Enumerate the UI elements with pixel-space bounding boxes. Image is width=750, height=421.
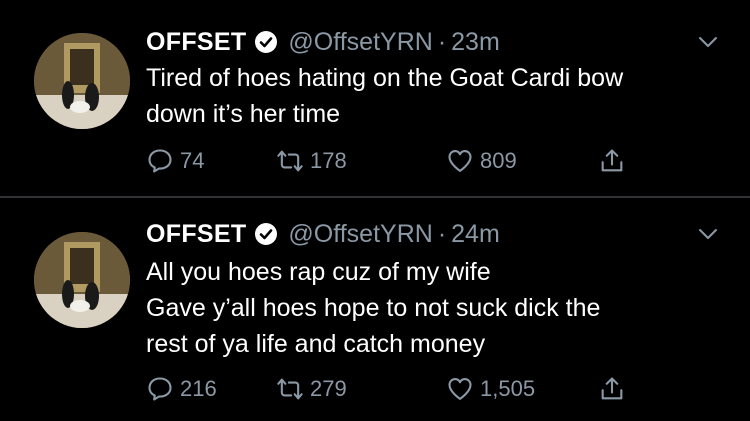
tweet-text: Tired of hoes hating on the Goat Cardi b…: [146, 60, 726, 132]
timestamp[interactable]: 24m: [451, 220, 500, 249]
like-button[interactable]: 1,505: [446, 374, 535, 404]
retweet-button[interactable]: 279: [276, 374, 347, 404]
chevron-down-icon[interactable]: [696, 222, 720, 246]
retweet-button[interactable]: 178: [276, 146, 347, 176]
reply-button[interactable]: 216: [146, 374, 217, 404]
tweet-text: All you hoes rap cuz of my wife Gave y’a…: [146, 254, 726, 362]
tweet-text-line: All you hoes rap cuz of my wife: [146, 258, 491, 286]
share-button[interactable]: [598, 374, 626, 404]
tweet[interactable]: OFFSET @OffsetYRN · 23m Tired of hoes ha…: [0, 0, 750, 196]
avatar[interactable]: [34, 232, 130, 328]
tweet[interactable]: OFFSET @OffsetYRN · 24m All you hoes rap…: [0, 198, 750, 421]
reply-count: 74: [180, 148, 205, 173]
retweet-icon: [277, 150, 303, 172]
tweet-text-line: down it’s her time: [146, 100, 341, 128]
user-handle[interactable]: @OffsetYRN: [288, 28, 432, 57]
verified-badge-icon: [255, 223, 278, 245]
like-count: 1,505: [480, 376, 536, 401]
timestamp[interactable]: 23m: [451, 28, 500, 57]
user-handle[interactable]: @OffsetYRN: [288, 220, 432, 249]
reply-button[interactable]: 74: [146, 146, 204, 176]
share-icon: [601, 377, 623, 400]
tweet-text-line: Gave y’all hoes hope to not suck dick th…: [146, 294, 601, 322]
heart-icon: [448, 378, 472, 400]
display-name[interactable]: OFFSET: [146, 220, 246, 249]
reply-icon: [148, 377, 172, 401]
like-count: 809: [480, 148, 517, 173]
share-button[interactable]: [598, 146, 626, 176]
tweet-actions: 74 178 809: [146, 146, 646, 176]
tweet-actions: 216 279 1,505: [146, 374, 646, 404]
reply-icon: [148, 149, 172, 173]
like-button[interactable]: 809: [446, 146, 517, 176]
share-icon: [601, 149, 623, 172]
retweet-icon: [277, 378, 303, 400]
separator-dot: ·: [437, 219, 447, 248]
chevron-down-icon[interactable]: [696, 30, 720, 54]
tweet-text-line: rest of ya life and catch money: [146, 330, 486, 358]
retweet-count: 178: [310, 148, 347, 173]
heart-icon: [448, 150, 472, 172]
separator-dot: ·: [437, 27, 447, 56]
tweet-text-line: Tired of hoes hating on the Goat Cardi b…: [146, 64, 624, 92]
retweet-count: 279: [310, 376, 347, 401]
display-name[interactable]: OFFSET: [146, 28, 246, 57]
reply-count: 216: [180, 376, 217, 401]
verified-badge-icon: [255, 31, 278, 53]
avatar[interactable]: [34, 33, 130, 129]
